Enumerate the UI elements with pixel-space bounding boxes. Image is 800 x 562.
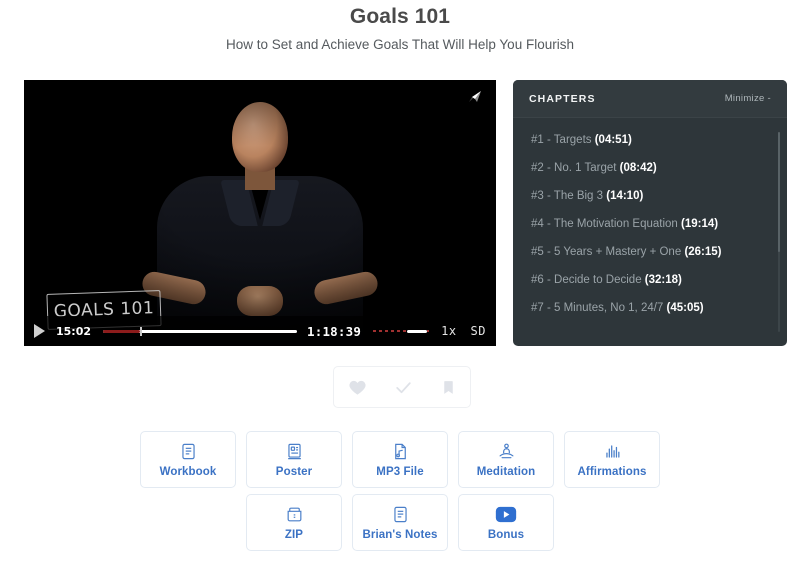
volume-level (407, 329, 428, 333)
poster-icon (285, 442, 304, 461)
chapters-panel: CHAPTERS Minimize - #1 - Targets (04:51)… (513, 80, 787, 346)
tile-label: Affirmations (577, 465, 647, 478)
chapter-item[interactable]: #6 - Decide to Decide (32:18) (513, 266, 787, 294)
play-badge-icon (495, 505, 517, 524)
page-title: Goals 101 (349, 5, 451, 28)
expand-arrow-icon[interactable] (464, 88, 484, 108)
tile-label: Brian's Notes (362, 528, 438, 541)
chapter-label: #5 - 5 Years + Mastery + One (531, 246, 682, 258)
chapter-time: (04:51) (594, 134, 632, 146)
chapter-time: (32:18) (644, 274, 682, 286)
chapters-minimize-button[interactable]: Minimize - (725, 93, 771, 104)
chapter-time: (19:14) (681, 218, 719, 230)
course-lesson-page: Goals 101 How to Set and Achieve Goals T… (0, 0, 800, 562)
volume-slider[interactable] (373, 326, 430, 336)
chapter-label: #1 - Targets (531, 134, 592, 146)
chapter-item[interactable]: #3 - The Big 3 (14:10) (513, 182, 787, 210)
chapter-item[interactable]: #4 - The Motivation Equation (19:14) (513, 210, 787, 238)
download-tile-brians-notes[interactable]: Brian's Notes (352, 494, 448, 551)
notes-icon (391, 505, 410, 524)
check-icon[interactable] (394, 378, 413, 397)
download-tile-poster[interactable]: Poster (246, 431, 342, 488)
meditation-icon (497, 442, 516, 461)
video-stage: GOALS 101 (24, 80, 496, 346)
chapter-label: #2 - No. 1 Target (531, 162, 617, 174)
chapters-list[interactable]: #1 - Targets (04:51) #2 - No. 1 Target (… (513, 118, 787, 346)
tile-label: ZIP (284, 528, 304, 541)
chapter-label: #6 - Decide to Decide (531, 274, 642, 286)
chapter-time: (45:05) (666, 302, 704, 314)
chapter-item[interactable]: #5 - 5 Years + Mastery + One (26:15) (513, 238, 787, 266)
tile-label: Poster (275, 465, 313, 478)
bookmark-icon[interactable] (440, 378, 457, 397)
tile-label: Bonus (487, 528, 525, 541)
chapter-time: (26:15) (684, 246, 722, 258)
download-tile-mp3-file[interactable]: MP3 File (352, 431, 448, 488)
progress-played (103, 329, 140, 333)
chapter-item[interactable]: #2 - No. 1 Target (08:42) (513, 154, 787, 182)
download-tile-workbook[interactable]: Workbook (140, 431, 236, 488)
progress-bar[interactable] (103, 326, 297, 336)
chapter-item[interactable]: #1 - Targets (04:51) (513, 126, 787, 154)
page-subtitle: How to Set and Achieve Goals That Will H… (226, 37, 574, 52)
tile-label: Workbook (159, 465, 217, 478)
heart-icon[interactable] (348, 378, 367, 397)
chapter-time: (08:42) (619, 162, 657, 174)
download-tile-affirmations[interactable]: Affirmations (564, 431, 660, 488)
tile-label: Meditation (476, 465, 536, 478)
chapter-label: #3 - The Big 3 (531, 190, 604, 202)
progress-scrubber[interactable] (139, 326, 142, 336)
play-icon[interactable] (34, 324, 45, 338)
chapter-label: #4 - The Motivation Equation (531, 218, 678, 230)
chapter-time: (14:10) (606, 190, 644, 202)
tile-label: MP3 File (376, 465, 424, 478)
zip-folder-icon (285, 505, 304, 524)
chapters-scrollbar-thumb[interactable] (778, 132, 780, 252)
player-controls[interactable]: 1:18:39 1x SD (24, 316, 496, 346)
chapters-title: CHAPTERS (529, 92, 596, 105)
playback-speed-button[interactable]: 1x (441, 324, 456, 338)
download-tile-meditation[interactable]: Meditation (458, 431, 554, 488)
downloads-row-2: ZIP Brian's Notes Bonus (0, 494, 800, 551)
video-quality-button[interactable]: SD (471, 324, 486, 338)
reaction-bar (333, 366, 471, 408)
video-player[interactable]: GOALS 101 1:18:39 1x SD 15:02 (24, 80, 496, 346)
total-time-label: 1:18:39 (307, 323, 362, 339)
download-tile-zip[interactable]: ZIP (246, 494, 342, 551)
download-tile-bonus[interactable]: Bonus (458, 494, 554, 551)
downloads-row-1: Workbook Poster MP3 File Meditation Affi… (0, 431, 800, 488)
bar-chart-icon (603, 442, 622, 461)
chapter-label: #7 - 5 Minutes, No 1, 24/7 (531, 302, 664, 314)
document-lines-icon (179, 442, 198, 461)
music-file-icon (391, 442, 410, 461)
chapters-header: CHAPTERS Minimize - (513, 80, 787, 118)
chapters-scrollbar[interactable] (778, 132, 780, 332)
chapter-item[interactable]: #7 - 5 Minutes, No 1, 24/7 (45:05) (513, 294, 787, 322)
